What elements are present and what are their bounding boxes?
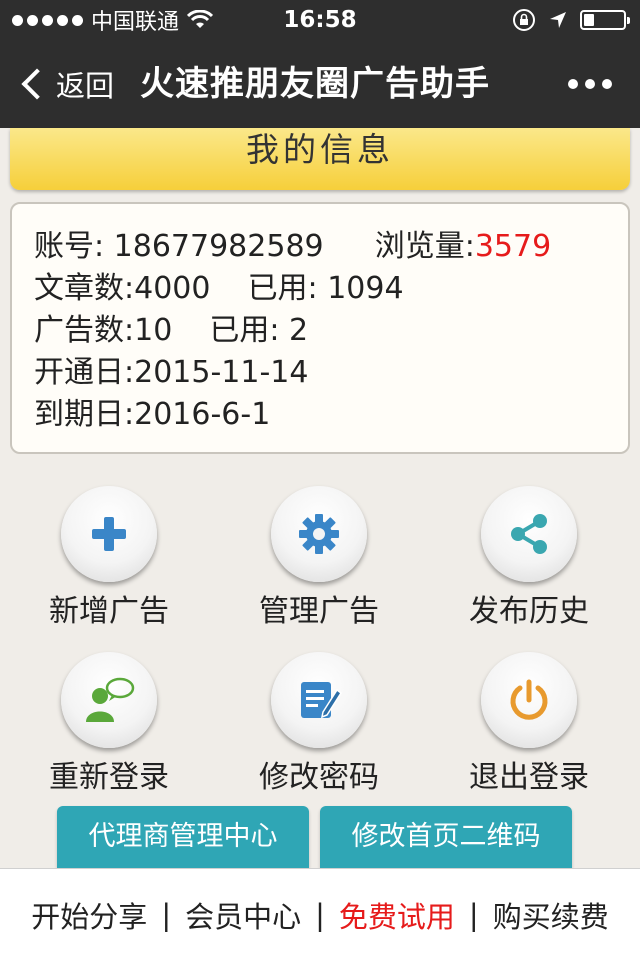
power-icon [510, 679, 548, 720]
nav-bar: 返回 火速推朋友圈广告助手 [0, 40, 640, 128]
ads-used-value: 2 [289, 313, 309, 348]
location-icon [550, 12, 566, 28]
history-label: 发布历史 [469, 594, 589, 629]
edit-document-icon [301, 682, 343, 719]
change-password-label: 修改密码 [259, 760, 379, 795]
add-ad-circle [61, 486, 157, 582]
back-label: 返回 [56, 69, 115, 103]
articles-used-value: 1094 [327, 271, 404, 306]
open-date-line: 开通日:2015-11-14 [34, 352, 628, 394]
views-value: 3579 [474, 229, 552, 264]
change-password-button[interactable]: 修改密码 [214, 652, 424, 800]
articles-label: 文章数: [34, 271, 135, 306]
start-share-link[interactable]: 开始分享 [31, 894, 147, 936]
manage-ad-button[interactable]: 管理广告 [214, 486, 424, 634]
add-ad-label: 新增广告 [49, 594, 169, 629]
open-date-value: 2015-11-14 [134, 355, 309, 390]
account-value: 18677982589 [113, 229, 324, 264]
bottom-bar: 开始分享 | 会员中心 | 免费试用 | 购买续费 [0, 868, 640, 960]
history-circle [481, 486, 577, 582]
articles-used-label: 已用: [247, 271, 328, 306]
ads-line: 广告数:10 已用: 2 [34, 310, 628, 352]
relogin-button[interactable]: 重新登录 [4, 652, 214, 800]
publish-history-button[interactable]: 发布历史 [424, 486, 634, 634]
status-right [512, 0, 630, 40]
separator: | [315, 897, 325, 932]
more-dot-icon [568, 79, 578, 89]
ads-used-label: 已用: [209, 313, 290, 348]
account-label: 账号: [34, 229, 114, 264]
page-title: 火速推朋友圈广告助手 [140, 64, 490, 104]
views-label: 浏览量: [374, 229, 475, 264]
articles-value: 4000 [134, 271, 211, 306]
relogin-circle [61, 652, 157, 748]
separator: | [468, 897, 479, 932]
orientation-lock-icon [513, 9, 535, 31]
add-ad-button[interactable]: 新增广告 [4, 486, 214, 634]
battery-icon [580, 10, 630, 30]
articles-line: 文章数:4000 已用: 1094 [34, 268, 628, 310]
share-icon [511, 514, 547, 554]
back-button[interactable]: 返回 [18, 40, 114, 128]
logout-button[interactable]: 退出登录 [424, 652, 634, 800]
gear-icon [299, 514, 339, 554]
ads-value: 10 [134, 313, 173, 348]
buy-renew-link[interactable]: 购买续费 [493, 894, 609, 936]
my-info-header: 我的信息 [10, 128, 630, 190]
expire-date-value: 2016-6-1 [134, 397, 271, 432]
open-date-label: 开通日: [34, 355, 135, 390]
battery-level [584, 14, 594, 26]
separator: | [161, 897, 172, 932]
edit-qrcode-button[interactable]: 修改首页二维码 [320, 806, 572, 868]
manage-ad-circle [271, 486, 367, 582]
status-bar: 中国联通 16:58 [0, 0, 640, 40]
expire-date-label: 到期日: [34, 397, 135, 432]
agent-center-button[interactable]: 代理商管理中心 [57, 806, 309, 868]
user-chat-icon [86, 677, 135, 722]
logout-circle [481, 652, 577, 748]
change-password-circle [271, 652, 367, 748]
ads-label: 广告数: [34, 313, 135, 348]
more-dot-icon [585, 79, 595, 89]
expire-date-line: 到期日:2016-6-1 [34, 394, 628, 436]
chevron-left-icon [21, 68, 53, 100]
info-card: 账号: 18677982589 浏览量:3579 文章数:4000 已用: 10… [10, 202, 630, 454]
logout-label: 退出登录 [469, 760, 589, 795]
free-trial-link[interactable]: 免费试用 [339, 894, 455, 936]
more-dot-icon [602, 79, 612, 89]
relogin-label: 重新登录 [49, 760, 169, 795]
member-center-link[interactable]: 会员中心 [185, 894, 301, 936]
more-button[interactable] [568, 40, 612, 128]
manage-ad-label: 管理广告 [259, 594, 379, 629]
account-line: 账号: 18677982589 浏览量:3579 [34, 226, 628, 268]
plus-icon [92, 517, 126, 551]
